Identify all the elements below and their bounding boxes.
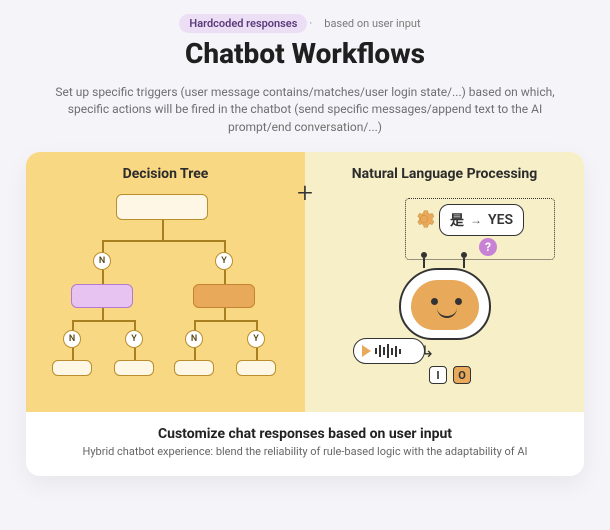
io-row: I O	[429, 366, 471, 384]
tree-leaf	[236, 360, 276, 376]
io-input-box: I	[429, 366, 447, 384]
tree-leaf	[174, 360, 214, 376]
translation-bubble: 是 → YES	[439, 204, 524, 236]
decision-tree-title: Decision Tree	[38, 166, 293, 182]
card-caption: Customize chat responses based on user i…	[26, 412, 584, 476]
plus-icon: +	[297, 176, 313, 209]
gear-icon	[413, 208, 435, 230]
tree-node-orange	[193, 284, 255, 308]
page: Hardcoded responses·based on user input …	[0, 0, 610, 476]
tree-branch-y: Y	[247, 330, 265, 348]
diagram: + Decision Tree N Y	[26, 152, 584, 412]
intro-text: Set up specific triggers (user message c…	[35, 84, 575, 136]
nlp-pane: Natural Language Processing 是 → YES ?	[305, 152, 584, 412]
page-title: Chatbot Workflows	[26, 37, 584, 70]
play-icon	[362, 345, 371, 357]
cjk-char: 是	[450, 210, 464, 230]
tree-node-root	[116, 194, 208, 220]
audio-pill-icon	[353, 338, 425, 364]
tree-branch-y: Y	[125, 330, 143, 348]
nlp-illustration: 是 → YES ?	[317, 190, 572, 390]
badge-hardcoded: Hardcoded responses	[179, 14, 307, 33]
loop-arrow-icon: ↲	[421, 342, 434, 361]
tree-leaf	[52, 360, 92, 376]
tree-branch-y: Y	[215, 252, 233, 270]
badge-row: Hardcoded responses·based on user input	[26, 12, 584, 33]
tree-node-purple	[71, 284, 133, 308]
arrow-icon: →	[470, 213, 482, 227]
caption-sub: Hybrid chatbot experience: blend the rel…	[46, 445, 564, 458]
tree-branch-n: N	[93, 252, 111, 270]
yes-text: YES	[488, 212, 513, 228]
feature-card: + Decision Tree N Y	[26, 152, 584, 476]
tree-branch-n: N	[185, 330, 203, 348]
waveform-icon	[375, 344, 401, 358]
badge-separator: ·	[307, 17, 314, 30]
decision-tree-pane: Decision Tree N Y	[26, 152, 305, 412]
decision-tree: N Y N	[38, 190, 293, 390]
badge-subtext: based on user input	[314, 14, 430, 33]
caption-title: Customize chat responses based on user i…	[46, 426, 564, 442]
tree-branch-n: N	[63, 330, 81, 348]
nlp-title: Natural Language Processing	[317, 166, 572, 182]
tree-leaf	[114, 360, 154, 376]
io-output-box: O	[453, 366, 471, 384]
